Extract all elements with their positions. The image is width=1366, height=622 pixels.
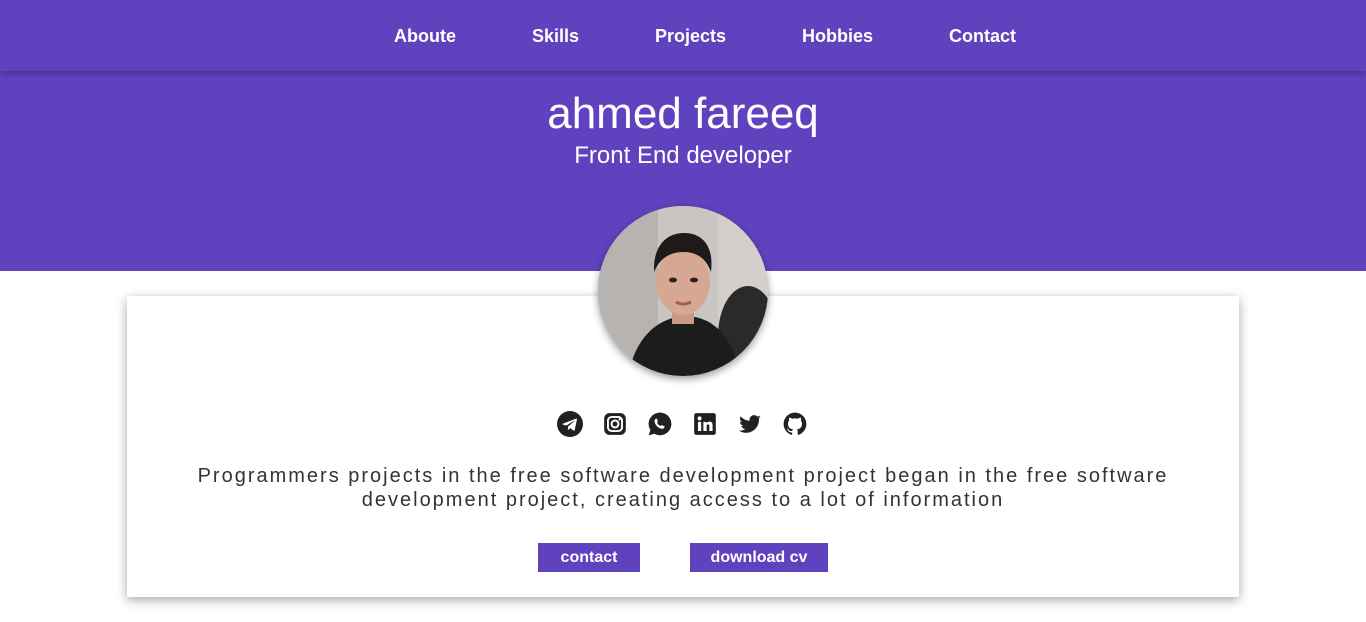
nav-link-projects[interactable]: Projects [655, 24, 726, 48]
nav-link-hobbies[interactable]: Hobbies [802, 24, 873, 48]
twitter-icon[interactable] [737, 411, 763, 437]
profile-name: ahmed fareeq [547, 89, 819, 138]
profile-bio: Programmers projects in the free softwar… [197, 465, 1169, 511]
nav-link-skills[interactable]: Skills [532, 24, 579, 48]
avatar [598, 206, 768, 376]
github-icon[interactable] [782, 411, 808, 437]
nav-link-contact[interactable]: Contact [949, 24, 1016, 48]
linkedin-icon[interactable] [692, 411, 718, 437]
telegram-icon[interactable] [557, 411, 583, 437]
top-navbar: Aboute Skills Projects Hobbies Contact [0, 0, 1366, 71]
profile-role: Front End developer [574, 142, 792, 169]
whatsapp-icon[interactable] [647, 411, 673, 437]
instagram-icon[interactable] [602, 411, 628, 437]
download-cv-button[interactable]: download cv [690, 543, 828, 572]
nav-link-about[interactable]: Aboute [394, 24, 456, 48]
social-links [557, 411, 817, 437]
contact-button[interactable]: contact [538, 543, 640, 572]
